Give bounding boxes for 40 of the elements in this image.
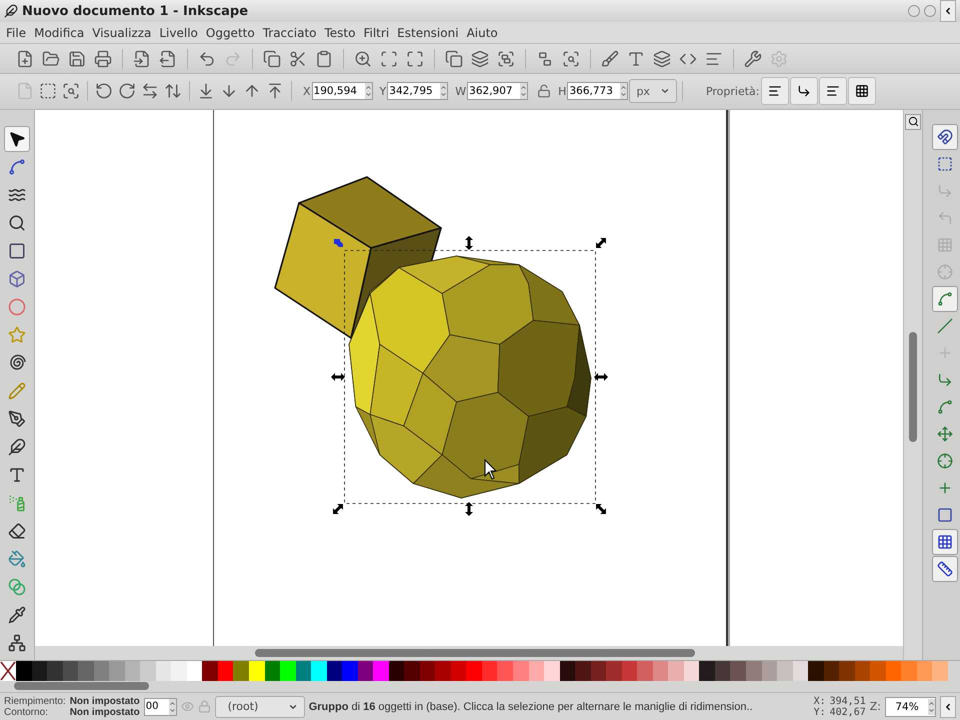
cursor-x: 394,51 [830,696,866,707]
stroke-value: Non impostato [70,706,140,718]
zoom-field[interactable]: 74% [885,696,936,717]
text-input[interactable]: 366,773 [568,85,620,98]
menu-item[interactable]: File [2,26,30,40]
opacity-field[interactable]: 00 [144,698,177,716]
field-label: X [303,84,311,98]
zoom-label: Z: [870,700,881,714]
fill-label: Riempimento: [4,696,66,707]
menu-item[interactable]: Testo [320,26,360,40]
menu-item[interactable]: Tracciato [258,26,320,40]
text-input[interactable]: 190,594 [312,85,365,98]
menu-item[interactable]: Visualizza [88,26,156,40]
menu-item[interactable]: Oggetto [202,26,259,40]
properties-label: Proprietà: [706,84,760,98]
menu-item[interactable]: Aiuto [462,26,502,40]
number-field[interactable]: 342,795 [387,82,448,100]
cursor-x-label: X: [814,696,826,707]
fill-value: Non impostato [70,696,140,707]
text-input[interactable]: 342,795 [388,85,440,98]
layer-dropdown[interactable]: (root) [214,696,305,718]
window-title: Nuovo documento 1 - Inkscape [22,4,250,18]
field-label: H [558,84,566,98]
field-label: Y [380,84,386,98]
text-input[interactable]: 00 [144,701,169,712]
unit-dropdown[interactable]: px [629,79,677,104]
menu-item[interactable]: Livello [155,26,202,40]
cursor-y-label: Y: [814,706,826,718]
text-input[interactable]: 74% [886,700,928,713]
number-field[interactable]: 190,594 [312,82,373,100]
text-input[interactable]: 362,907 [468,85,520,98]
status-message: Gruppo di 16 oggetti in (base). Clicca la selezione per alternare le maniglie di ridimension.. [308,700,754,713]
stroke-label: Contorno: [4,706,49,718]
field-label: W [455,84,466,98]
menu-item[interactable]: Modifica [30,26,88,40]
menu-item[interactable]: Filtri [359,26,394,40]
cursor-y: 402,67 [830,706,866,718]
number-field[interactable]: 362,907 [467,82,528,100]
number-field[interactable]: 366,773 [567,82,628,100]
menu-item[interactable]: Estensioni [393,26,463,40]
